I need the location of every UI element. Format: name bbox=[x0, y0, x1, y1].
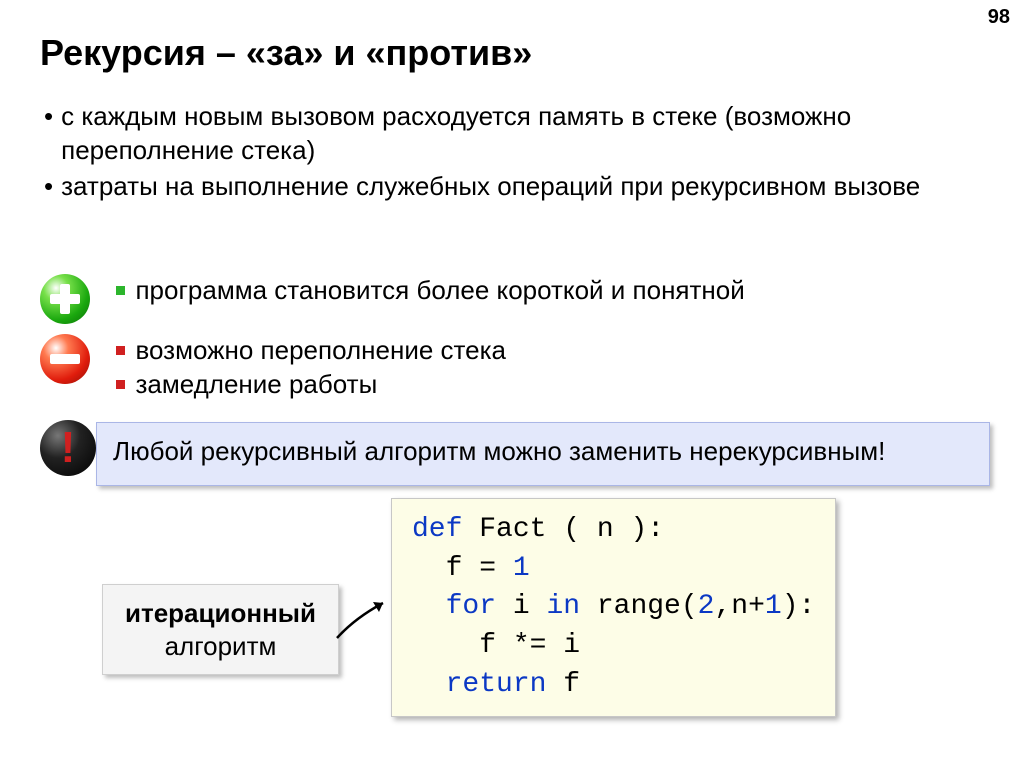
code-text: f bbox=[546, 669, 580, 700]
code-keyword: for bbox=[412, 591, 496, 622]
exclamation-icon: ! bbox=[40, 420, 96, 476]
square-bullet-icon bbox=[116, 346, 125, 355]
bullet-list: • с каждым новым вызовом расходуется пам… bbox=[40, 100, 980, 205]
bullet-item: • затраты на выполнение служебных операц… bbox=[40, 170, 980, 204]
cons-block: возможно переполнение стека замедление р… bbox=[40, 334, 506, 402]
bullet-item: • с каждым новым вызовом расходуется пам… bbox=[40, 100, 980, 168]
code-text: ): bbox=[782, 591, 816, 622]
exclamation-mark: ! bbox=[61, 426, 76, 470]
code-block: def Fact ( n ): f = 1 for i in range(2,n… bbox=[391, 498, 836, 717]
bullet-dot: • bbox=[44, 100, 53, 134]
list-item: возможно переполнение стека bbox=[116, 334, 506, 368]
page-number: 98 bbox=[988, 6, 1010, 29]
con-text: замедление работы bbox=[135, 368, 377, 402]
code-text: f bbox=[412, 630, 496, 661]
list-item: программа становится более короткой и по… bbox=[116, 274, 744, 308]
square-bullet-icon bbox=[116, 286, 125, 295]
con-text: возможно переполнение стека bbox=[135, 334, 506, 368]
code-keyword: def bbox=[412, 514, 462, 545]
cons-list: возможно переполнение стека замедление р… bbox=[116, 334, 506, 402]
code-number: 1 bbox=[765, 591, 782, 622]
code-text: ,n+ bbox=[714, 591, 764, 622]
code-number: 1 bbox=[513, 553, 530, 584]
code-number: 2 bbox=[698, 591, 715, 622]
code-text: Fact ( n ): bbox=[462, 514, 664, 545]
pros-list: программа становится более короткой и по… bbox=[116, 274, 744, 308]
label-plain: алгоритм bbox=[165, 631, 277, 661]
bullet-text: затраты на выполнение служебных операций… bbox=[61, 170, 920, 204]
pro-text: программа становится более короткой и по… bbox=[135, 274, 744, 308]
code-text: range( bbox=[580, 591, 698, 622]
pros-block: программа становится более короткой и по… bbox=[40, 274, 745, 324]
code-text: f bbox=[412, 553, 462, 584]
code-keyword: return bbox=[412, 669, 546, 700]
list-item: замедление работы bbox=[116, 368, 506, 402]
note-callout: Любой рекурсивный алгоритм можно заменит… bbox=[96, 422, 990, 486]
bullet-dot: • bbox=[44, 170, 53, 204]
bullet-text: с каждым новым вызовом расходуется памят… bbox=[61, 100, 980, 168]
label-bold: итерационный bbox=[125, 598, 316, 628]
label-callout: итерационный алгоритм bbox=[102, 584, 339, 675]
plus-icon bbox=[40, 274, 90, 324]
code-keyword: in bbox=[546, 591, 580, 622]
code-text: i bbox=[563, 630, 580, 661]
minus-icon bbox=[40, 334, 90, 384]
code-text: *= bbox=[496, 630, 563, 661]
page-title: Рекурсия – «за» и «против» bbox=[40, 32, 532, 74]
code-text: i bbox=[496, 591, 546, 622]
code-text: = bbox=[462, 553, 512, 584]
square-bullet-icon bbox=[116, 380, 125, 389]
